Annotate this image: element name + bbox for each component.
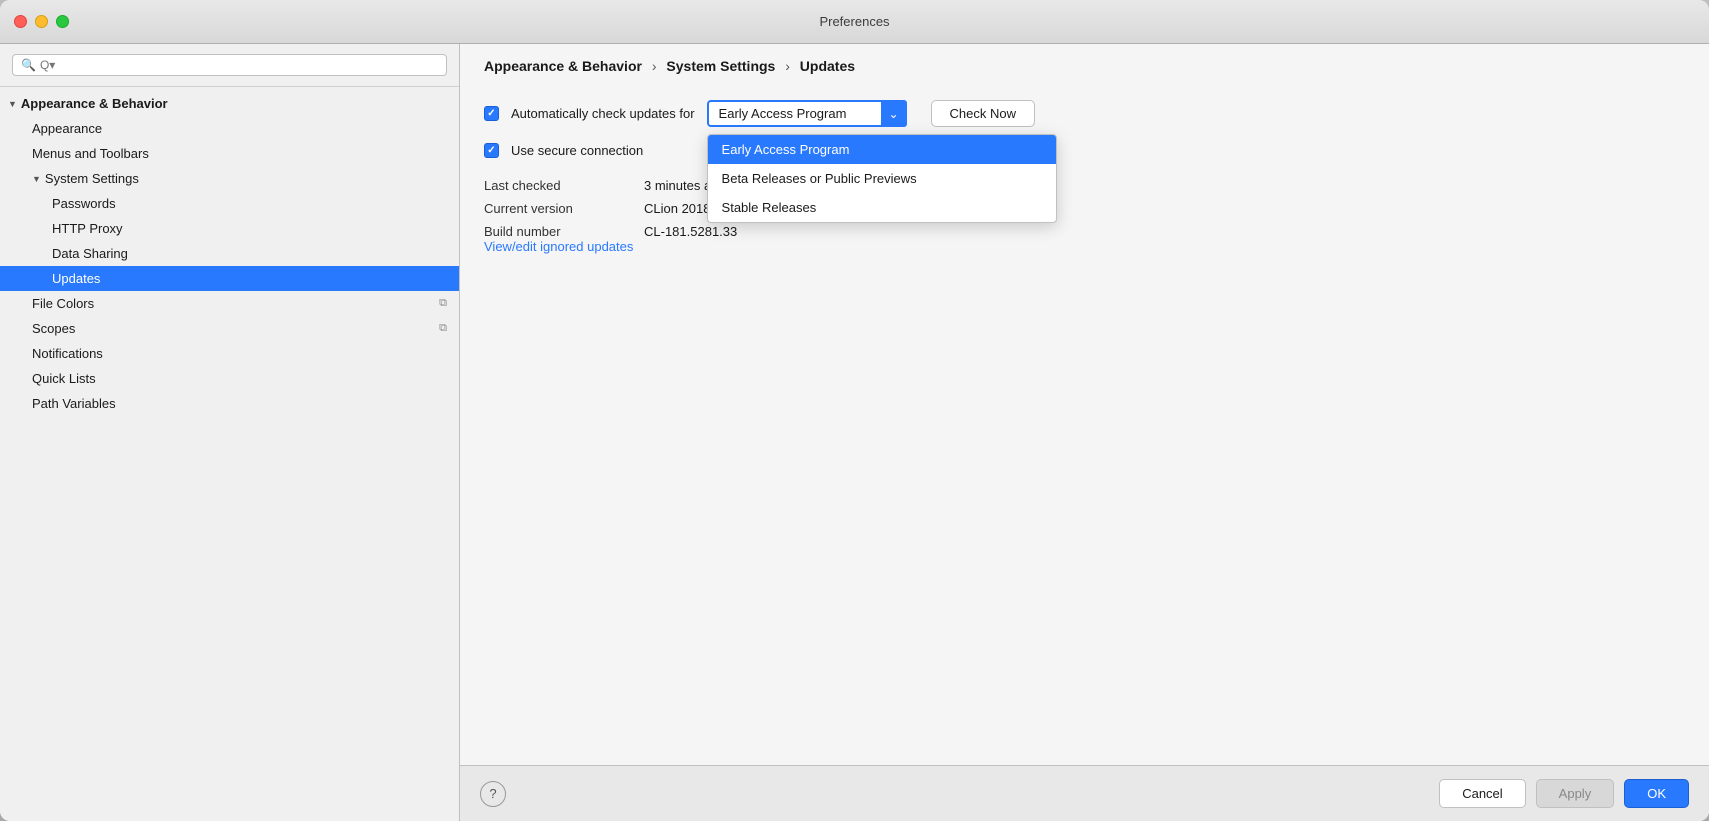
traffic-lights xyxy=(14,15,69,28)
question-mark-icon: ? xyxy=(489,786,496,801)
sidebar-item-label: File Colors xyxy=(32,296,94,311)
sidebar-item-appearance[interactable]: Appearance xyxy=(0,116,459,141)
sidebar-item-file-colors[interactable]: File Colors ⧉ xyxy=(0,291,459,316)
auto-check-row: ✓ Automatically check updates for Early … xyxy=(484,100,1685,127)
dropdown-option-early-access[interactable]: Early Access Program xyxy=(708,135,1056,164)
ignored-updates-link[interactable]: View/edit ignored updates xyxy=(484,239,633,254)
breadcrumb-sep-2: › xyxy=(785,58,794,74)
select-value: Early Access Program xyxy=(719,106,847,121)
copy-icon: ⧉ xyxy=(439,297,447,310)
sidebar-item-http-proxy[interactable]: HTTP Proxy xyxy=(0,216,459,241)
auto-check-label: Automatically check updates for xyxy=(511,106,695,121)
window-title: Preferences xyxy=(819,14,889,29)
main-panel: Appearance & Behavior › System Settings … xyxy=(460,44,1709,821)
search-icon: 🔍 xyxy=(21,58,36,72)
sidebar-item-scopes[interactable]: Scopes ⧉ xyxy=(0,316,459,341)
current-version-label: Current version xyxy=(484,201,644,216)
preferences-window: Preferences 🔍 ▼ Appearance & Behavior Ap… xyxy=(0,0,1709,821)
sidebar-item-menus-toolbars[interactable]: Menus and Toolbars xyxy=(0,141,459,166)
checkmark-icon: ✓ xyxy=(487,145,495,156)
dropdown-popup: Early Access Program Beta Releases or Pu… xyxy=(707,134,1057,223)
sidebar-item-notifications[interactable]: Notifications xyxy=(0,341,459,366)
sidebar-tree: ▼ Appearance & Behavior Appearance Menus… xyxy=(0,87,459,420)
secure-connection-checkbox[interactable]: ✓ xyxy=(484,143,499,158)
sidebar-item-label: Updates xyxy=(52,271,100,286)
dropdown-option-stable[interactable]: Stable Releases xyxy=(708,193,1056,222)
checkmark-icon: ✓ xyxy=(487,108,495,119)
minimize-button[interactable] xyxy=(35,15,48,28)
sidebar-item-label: System Settings xyxy=(45,171,139,186)
apply-button[interactable]: Apply xyxy=(1536,779,1615,808)
sidebar-item-label: Passwords xyxy=(52,196,116,211)
last-checked-label: Last checked xyxy=(484,178,644,193)
secure-connection-label: Use secure connection xyxy=(511,143,643,158)
updates-content: ✓ Automatically check updates for Early … xyxy=(460,84,1709,765)
bottom-buttons: Cancel Apply OK xyxy=(1439,779,1689,808)
sidebar-item-appearance-behavior[interactable]: ▼ Appearance & Behavior xyxy=(0,91,459,116)
cancel-button[interactable]: Cancel xyxy=(1439,779,1525,808)
sidebar-item-label: Quick Lists xyxy=(32,371,96,386)
sidebar-item-quick-lists[interactable]: Quick Lists xyxy=(0,366,459,391)
auto-check-checkbox[interactable]: ✓ xyxy=(484,106,499,121)
bottom-bar: ? Cancel Apply OK xyxy=(460,765,1709,821)
breadcrumb-appearance-behavior: Appearance & Behavior xyxy=(484,58,642,74)
titlebar: Preferences xyxy=(0,0,1709,44)
maximize-button[interactable] xyxy=(56,15,69,28)
breadcrumb-sep-1: › xyxy=(652,58,661,74)
sidebar-item-label: Menus and Toolbars xyxy=(32,146,149,161)
close-button[interactable] xyxy=(14,15,27,28)
sidebar-item-label: Data Sharing xyxy=(52,246,128,261)
breadcrumb-system-settings: System Settings xyxy=(666,58,775,74)
sidebar-item-label: Path Variables xyxy=(32,396,116,411)
triangle-icon: ▼ xyxy=(32,174,41,184)
secure-connection-row: ✓ Use secure connection xyxy=(484,143,1685,158)
search-input[interactable] xyxy=(40,58,438,72)
sidebar-item-label: Notifications xyxy=(32,346,103,361)
search-bar: 🔍 xyxy=(0,44,459,87)
build-number-value: CL-181.5281.33 xyxy=(644,224,1685,239)
sidebar-item-label: Appearance xyxy=(32,121,102,136)
sidebar-item-label: Scopes xyxy=(32,321,75,336)
sidebar-item-label: Appearance & Behavior xyxy=(21,96,168,111)
triangle-icon: ▼ xyxy=(8,99,17,109)
sidebar-item-data-sharing[interactable]: Data Sharing xyxy=(0,241,459,266)
build-number-label: Build number xyxy=(484,224,644,239)
select-container: Early Access Program ⌄ Early Access Prog… xyxy=(707,100,907,127)
sidebar: 🔍 ▼ Appearance & Behavior Appearance Men… xyxy=(0,44,460,821)
dropdown-option-beta[interactable]: Beta Releases or Public Previews xyxy=(708,164,1056,193)
help-button[interactable]: ? xyxy=(480,781,506,807)
select-wrapper[interactable]: Early Access Program ⌄ xyxy=(707,100,907,127)
sidebar-item-path-variables[interactable]: Path Variables xyxy=(0,391,459,416)
search-input-wrap[interactable]: 🔍 xyxy=(12,54,447,76)
breadcrumb-current: Updates xyxy=(800,58,855,74)
sidebar-item-passwords[interactable]: Passwords xyxy=(0,191,459,216)
ok-button[interactable]: OK xyxy=(1624,779,1689,808)
sidebar-item-system-settings[interactable]: ▼ System Settings xyxy=(0,166,459,191)
breadcrumb: Appearance & Behavior › System Settings … xyxy=(460,44,1709,84)
copy-icon: ⧉ xyxy=(439,322,447,335)
update-channel-select[interactable]: Early Access Program xyxy=(707,100,907,127)
info-grid: Last checked 3 minutes ago Current versi… xyxy=(484,178,1685,239)
check-now-button[interactable]: Check Now xyxy=(931,100,1035,127)
sidebar-item-label: HTTP Proxy xyxy=(52,221,123,236)
main-content-area: 🔍 ▼ Appearance & Behavior Appearance Men… xyxy=(0,44,1709,821)
sidebar-item-updates[interactable]: Updates xyxy=(0,266,459,291)
